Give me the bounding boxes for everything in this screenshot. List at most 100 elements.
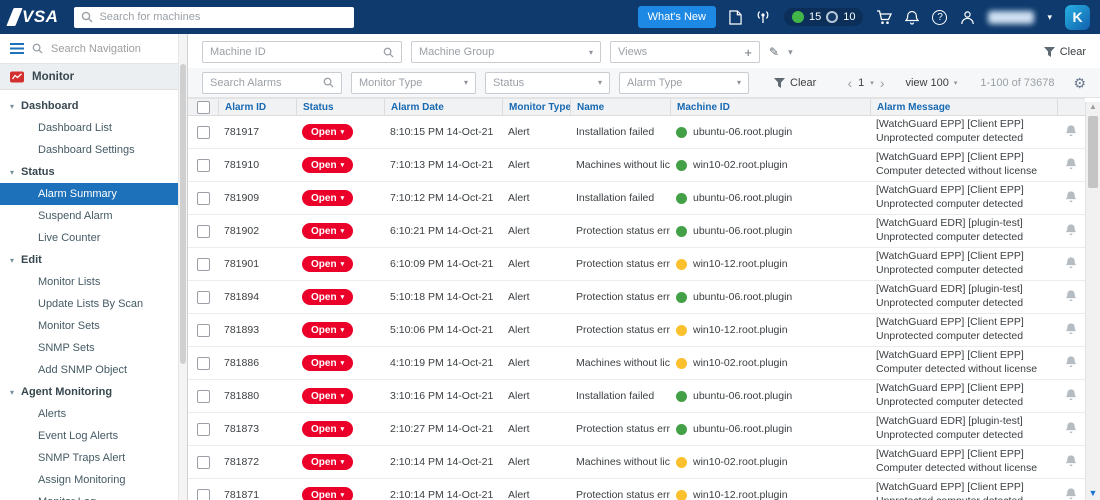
row-checkbox[interactable] bbox=[196, 125, 210, 139]
scroll-up-icon[interactable]: ▲ bbox=[1086, 103, 1100, 111]
row-checkbox[interactable] bbox=[196, 356, 210, 370]
table-scrollbar[interactable]: ▲ ▼ bbox=[1085, 102, 1100, 500]
alarm-bell-icon[interactable] bbox=[1065, 322, 1077, 338]
alarm-bell-icon[interactable] bbox=[1065, 388, 1077, 404]
machine-search-input[interactable] bbox=[99, 11, 348, 23]
status-open-button[interactable]: Open ▾ bbox=[302, 157, 354, 173]
view-count-select[interactable]: view 100 ▾ bbox=[905, 77, 957, 89]
whats-new-button[interactable]: What's New bbox=[637, 6, 716, 28]
row-checkbox[interactable] bbox=[196, 257, 210, 271]
views-select[interactable]: Views + bbox=[610, 41, 760, 63]
sidebar-item-monitor-log[interactable]: Monitor Log bbox=[0, 491, 178, 500]
sidebar-item-update-lists-by-scan[interactable]: Update Lists By Scan bbox=[0, 293, 178, 315]
alarm-bell-icon[interactable] bbox=[1065, 256, 1077, 272]
vsa-logo[interactable]: VSA bbox=[6, 7, 58, 27]
select-all-checkbox[interactable] bbox=[196, 100, 210, 114]
document-icon[interactable] bbox=[729, 9, 742, 25]
sidebar-item-live-counter[interactable]: Live Counter bbox=[0, 227, 178, 249]
sidebar-item-snmp-sets[interactable]: SNMP Sets bbox=[0, 337, 178, 359]
search-alarms-input[interactable] bbox=[210, 76, 317, 89]
sidebar-scrollbar-thumb[interactable] bbox=[180, 64, 186, 364]
alarm-bell-icon[interactable] bbox=[1065, 487, 1077, 500]
col-alarm-message[interactable]: Alarm Message bbox=[870, 99, 1057, 115]
sidebar-item-monitor-sets[interactable]: Monitor Sets bbox=[0, 315, 178, 337]
scroll-down-icon[interactable]: ▼ bbox=[1086, 489, 1100, 498]
user-icon[interactable] bbox=[960, 10, 975, 25]
status-open-button[interactable]: Open ▾ bbox=[302, 421, 354, 437]
kaseya-launcher-button[interactable]: K bbox=[1065, 4, 1090, 30]
status-open-button[interactable]: Open ▾ bbox=[302, 124, 354, 140]
row-checkbox[interactable] bbox=[196, 422, 210, 436]
broadcast-icon[interactable] bbox=[755, 10, 771, 24]
sidebar-section-dashboard[interactable]: ▾ Dashboard bbox=[0, 95, 178, 117]
sidebar-item-event-log-alerts[interactable]: Event Log Alerts bbox=[0, 425, 178, 447]
machine-id-input[interactable] bbox=[210, 46, 377, 58]
page-caret-icon[interactable]: ▾ bbox=[870, 79, 874, 87]
notifications-bell-icon[interactable] bbox=[905, 10, 920, 25]
col-status[interactable]: Status bbox=[296, 99, 384, 115]
search-navigation-label[interactable]: Search Navigation bbox=[51, 43, 141, 55]
col-alarm-id[interactable]: Alarm ID bbox=[218, 99, 296, 115]
sidebar-section-edit[interactable]: ▾ Edit bbox=[0, 249, 178, 271]
row-checkbox[interactable] bbox=[196, 389, 210, 403]
alarm-type-select[interactable]: Alarm Type ▾ bbox=[619, 71, 749, 94]
status-open-button[interactable]: Open ▾ bbox=[302, 388, 354, 404]
clear-alarm-filters-button[interactable]: Clear bbox=[774, 77, 816, 89]
alarm-bell-icon[interactable] bbox=[1065, 157, 1077, 173]
row-checkbox[interactable] bbox=[196, 191, 210, 205]
machine-id-filter[interactable] bbox=[202, 41, 402, 63]
clear-machine-filters-button[interactable]: Clear bbox=[1043, 46, 1086, 58]
row-checkbox[interactable] bbox=[196, 158, 210, 172]
alarm-bell-icon[interactable] bbox=[1065, 454, 1077, 470]
sidebar-item-dashboard-settings[interactable]: Dashboard Settings bbox=[0, 139, 178, 161]
machine-group-select[interactable]: Machine Group ▾ bbox=[411, 41, 601, 63]
page-number[interactable]: 1 bbox=[858, 77, 864, 89]
col-machine-id[interactable]: Machine ID bbox=[670, 99, 870, 115]
sidebar-section-status[interactable]: ▾ Status bbox=[0, 161, 178, 183]
status-open-button[interactable]: Open ▾ bbox=[302, 487, 354, 500]
sidebar-scrollbar[interactable] bbox=[178, 34, 187, 500]
status-open-button[interactable]: Open ▾ bbox=[302, 190, 354, 206]
module-monitor[interactable]: Monitor bbox=[0, 64, 178, 90]
sidebar-item-suspend-alarm[interactable]: Suspend Alarm bbox=[0, 205, 178, 227]
user-menu-caret-icon[interactable]: ▾ bbox=[1047, 12, 1052, 23]
prev-page-button[interactable]: ‹ bbox=[848, 76, 853, 90]
sidebar-item-dashboard-list[interactable]: Dashboard List bbox=[0, 117, 178, 139]
sidebar-section-agent-monitoring[interactable]: ▾ Agent Monitoring bbox=[0, 381, 178, 403]
menu-icon[interactable] bbox=[10, 43, 24, 54]
table-scrollbar-thumb[interactable] bbox=[1088, 116, 1098, 188]
alarm-bell-icon[interactable] bbox=[1065, 124, 1077, 140]
views-dropdown-icon[interactable]: ▾ bbox=[788, 47, 793, 58]
sidebar-item-snmp-traps-alert[interactable]: SNMP Traps Alert bbox=[0, 447, 178, 469]
status-open-button[interactable]: Open ▾ bbox=[302, 223, 354, 239]
alarm-bell-icon[interactable] bbox=[1065, 355, 1077, 371]
status-select[interactable]: Status ▾ bbox=[485, 71, 610, 94]
row-checkbox[interactable] bbox=[196, 224, 210, 238]
nav-search-bar[interactable]: Search Navigation bbox=[0, 34, 178, 64]
next-page-button[interactable]: › bbox=[880, 76, 885, 90]
status-open-button[interactable]: Open ▾ bbox=[302, 289, 354, 305]
add-view-button[interactable]: + bbox=[744, 46, 752, 59]
cart-icon[interactable] bbox=[876, 9, 893, 25]
search-alarms-filter[interactable] bbox=[202, 71, 342, 94]
row-checkbox[interactable] bbox=[196, 290, 210, 304]
gear-icon[interactable]: ⚙ bbox=[1073, 76, 1086, 90]
col-name[interactable]: Name bbox=[570, 99, 670, 115]
col-monitor-type[interactable]: Monitor Type bbox=[502, 99, 570, 115]
row-checkbox[interactable] bbox=[196, 488, 210, 500]
alarm-bell-icon[interactable] bbox=[1065, 223, 1077, 239]
alarm-bell-icon[interactable] bbox=[1065, 289, 1077, 305]
col-alarm-date[interactable]: Alarm Date bbox=[384, 99, 502, 115]
agent-status-counts[interactable]: 15 10 bbox=[783, 8, 864, 26]
alarm-bell-icon[interactable] bbox=[1065, 421, 1077, 437]
machine-search-box[interactable] bbox=[74, 6, 355, 28]
sidebar-item-add-snmp-object[interactable]: Add SNMP Object bbox=[0, 359, 178, 381]
help-icon[interactable]: ? bbox=[932, 9, 948, 25]
monitor-type-select[interactable]: Monitor Type ▾ bbox=[351, 71, 476, 94]
row-checkbox[interactable] bbox=[196, 455, 210, 469]
status-open-button[interactable]: Open ▾ bbox=[302, 256, 354, 272]
edit-view-button[interactable]: ✎ bbox=[769, 45, 779, 59]
alarm-bell-icon[interactable] bbox=[1065, 190, 1077, 206]
sidebar-item-alarm-summary[interactable]: Alarm Summary bbox=[0, 183, 178, 205]
row-checkbox[interactable] bbox=[196, 323, 210, 337]
